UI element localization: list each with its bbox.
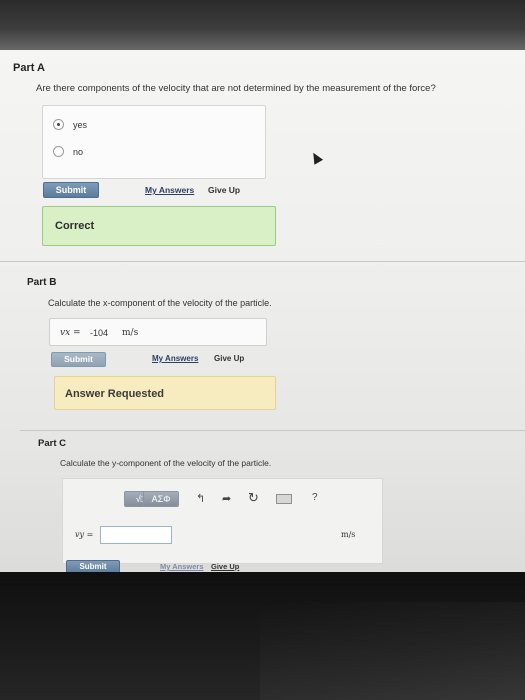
option-label-yes: yes [73,120,88,130]
part-c-give-up-link[interactable]: Give Up [211,562,239,571]
reset-icon[interactable]: ↻ [248,490,259,506]
option-label-no: no [73,147,84,157]
greek-letters-icon: ΑΣΦ [151,494,171,504]
undo-icon[interactable]: ↰ [196,492,205,505]
part-b-feedback-answer-requested: Answer Requested [54,376,276,410]
part-b-give-up-link[interactable]: Give Up [214,354,244,363]
part-c-title: Part C [38,438,66,449]
part-a-question: Are there components of the velocity tha… [36,83,436,94]
part-c-my-answers-link[interactable]: My Answers [160,562,204,571]
part-c-variable: vy = [75,530,94,539]
part-b-question: Calculate the x-component of the velocit… [48,298,272,308]
part-b-answer-value: -104 [90,328,109,338]
part-b-submit-button[interactable]: Submit [51,352,106,367]
feedback-text: Answer Requested [65,388,165,400]
redo-icon[interactable]: ➦ [222,492,231,505]
part-b-my-answers-link[interactable]: My Answers [152,354,198,363]
divider [20,430,525,431]
part-b-title: Part B [27,277,57,288]
browser-content: Part A Are there components of the veloc… [0,50,525,572]
part-b-answer-box: vx = -104 m/s [49,318,267,346]
part-b-variable: vx = [60,328,81,338]
part-a-title: Part A [13,62,45,74]
radio-no[interactable] [53,146,64,157]
part-c-question: Calculate the y-component of the velocit… [60,458,272,468]
divider [0,261,525,262]
feedback-text: Correct [55,220,95,232]
help-icon[interactable]: ? [312,492,318,503]
part-c-submit-button[interactable]: Submit [66,560,120,572]
greek-symbols-button[interactable]: ΑΣΦ [143,491,179,507]
part-a-options: yes no [42,105,266,179]
part-a-submit-button[interactable]: Submit [43,182,99,198]
part-a-give-up-link[interactable]: Give Up [208,185,240,195]
monitor-bottom-bezel [0,572,525,700]
part-c-answer-panel [62,478,383,564]
part-c-answer-input[interactable] [100,526,172,544]
mouse-cursor-icon [308,150,324,165]
radio-yes[interactable] [53,119,64,130]
part-b-unit: m/s [122,328,139,338]
monitor-top-bezel [0,0,525,52]
keyboard-icon[interactable] [276,494,292,504]
screen-reflection [260,602,525,700]
part-a-my-answers-link[interactable]: My Answers [145,185,194,195]
part-c-unit: m/s [341,530,356,539]
part-a-feedback-correct: Correct [42,206,276,246]
